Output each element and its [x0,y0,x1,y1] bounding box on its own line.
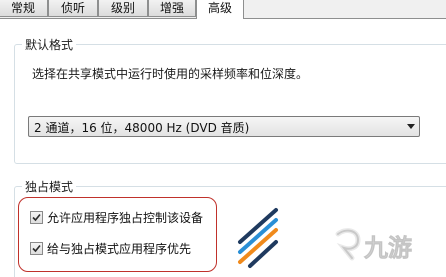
watermark-stripes-icon [238,208,278,268]
checkmark-icon [32,213,41,221]
tab-levels[interactable]: 级别 [98,0,148,17]
tab-listen[interactable]: 侦听 [48,0,98,17]
allow-exclusive-control-label: 允许应用程序独占控制该设备 [47,210,204,225]
tab-general[interactable]: 常规 [0,0,48,17]
sample-format-value: 2 通道，16 位，48000 Hz (DVD 音质) [34,121,250,135]
allow-exclusive-control-option[interactable]: 允许应用程序独占控制该设备 [30,209,203,225]
chevron-down-icon [407,124,415,129]
jiuyou-logo-icon: 九游 [335,228,412,262]
sound-properties-advanced-panel: 常规 侦听 级别 增强 高级 默认格式 选择在共享模式中运行时使用的采样频率和位… [0,0,446,277]
tab-advanced[interactable]: 高级 [196,0,244,19]
allow-exclusive-control-checkbox[interactable] [30,210,43,224]
default-format-description: 选择在共享模式中运行时使用的采样频率和位深度。 [32,67,309,81]
tab-enhancements[interactable]: 增强 [148,0,196,17]
exclusive-priority-checkbox[interactable] [30,241,43,255]
exclusive-mode-title: 独占模式 [22,178,77,195]
sample-format-dropdown[interactable]: 2 通道，16 位，48000 Hz (DVD 音质) [28,116,420,137]
exclusive-priority-label: 给与独占模式应用程序优先 [47,241,192,256]
checkmark-icon [32,244,41,252]
tab-strip: 常规 侦听 级别 增强 高级 [0,0,446,19]
svg-text:九游: 九游 [363,234,412,262]
default-format-title: 默认格式 [22,36,77,53]
exclusive-priority-option[interactable]: 给与独占模式应用程序优先 [30,240,191,256]
default-format-group [14,44,446,164]
